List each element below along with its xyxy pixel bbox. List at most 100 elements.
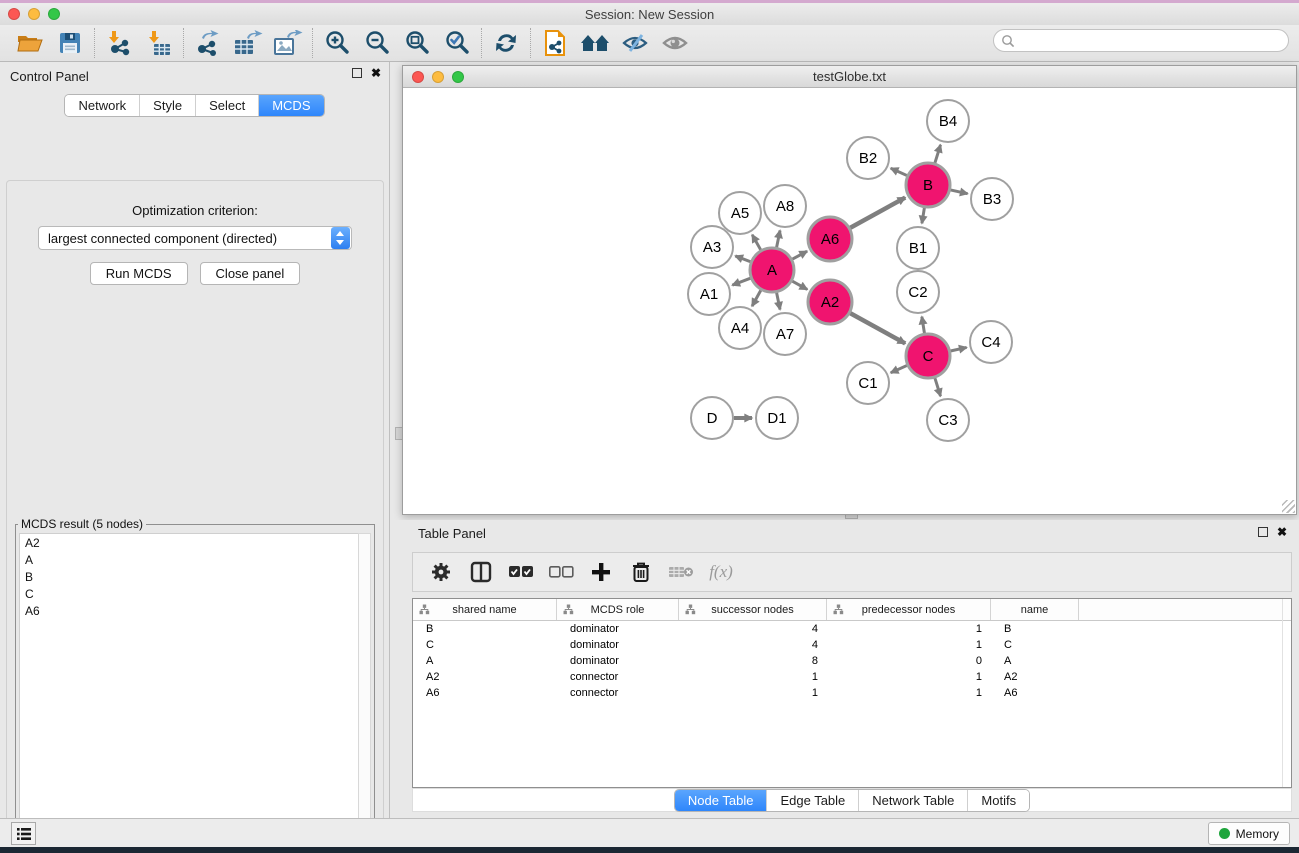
- network-edge-C-C3[interactable]: [935, 378, 941, 396]
- network-edge-C-C1[interactable]: [891, 365, 907, 372]
- tab-mcds[interactable]: MCDS: [259, 95, 323, 116]
- table-cell[interactable]: 4: [679, 639, 827, 651]
- mcds-result-item[interactable]: A6: [20, 602, 364, 619]
- deselect-all-button[interactable]: [543, 556, 579, 588]
- column-header-MCDS-role[interactable]: MCDS role: [557, 599, 679, 620]
- zoom-fit-button[interactable]: [397, 27, 437, 59]
- minimize-view-button[interactable]: [432, 71, 444, 83]
- table-cell[interactable]: A6: [413, 687, 557, 699]
- table-cell[interactable]: 1: [827, 671, 991, 683]
- table-row[interactable]: A2connector11A2: [413, 669, 1291, 685]
- close-view-button[interactable]: [412, 71, 424, 83]
- table-cell[interactable]: 1: [679, 671, 827, 683]
- hide-graphics-details-button[interactable]: [615, 27, 655, 59]
- save-session-button[interactable]: [50, 27, 90, 59]
- table-row[interactable]: Bdominator41B: [413, 621, 1291, 637]
- run-mcds-button[interactable]: Run MCDS: [90, 262, 188, 285]
- resize-grip-icon[interactable]: [1282, 500, 1295, 513]
- tab-node-table[interactable]: Node Table: [675, 790, 768, 811]
- close-panel-button[interactable]: Close panel: [200, 262, 301, 285]
- delete-columns-button[interactable]: [623, 556, 659, 588]
- open-file-button[interactable]: [10, 27, 50, 59]
- network-edge-B-B4[interactable]: [935, 145, 941, 163]
- table-cell[interactable]: C: [413, 639, 557, 651]
- float-panel-icon[interactable]: [352, 68, 362, 78]
- zoom-window-button[interactable]: [48, 8, 60, 20]
- split-columns-button[interactable]: [463, 556, 499, 588]
- table-cell[interactable]: A2: [413, 671, 557, 683]
- tab-motifs[interactable]: Motifs: [968, 790, 1029, 811]
- tab-style[interactable]: Style: [140, 95, 196, 116]
- network-node-D1[interactable]: D1: [756, 397, 798, 439]
- network-node-C3[interactable]: C3: [927, 399, 969, 441]
- network-node-A4[interactable]: A4: [719, 307, 761, 349]
- node-table[interactable]: shared nameMCDS rolesuccessor nodesprede…: [412, 598, 1292, 788]
- export-network-button[interactable]: [188, 27, 228, 59]
- table-cell[interactable]: 0: [827, 655, 991, 667]
- table-cell[interactable]: connector: [557, 671, 679, 683]
- new-network-from-selection-button[interactable]: [535, 27, 575, 59]
- mcds-result-item[interactable]: C: [20, 585, 364, 602]
- network-node-C4[interactable]: C4: [970, 321, 1012, 363]
- tab-edge-table[interactable]: Edge Table: [767, 790, 859, 811]
- select-all-button[interactable]: [503, 556, 539, 588]
- table-cell[interactable]: A6: [991, 687, 1079, 699]
- table-cell[interactable]: dominator: [557, 623, 679, 635]
- home-button[interactable]: [575, 27, 615, 59]
- network-edge-A-A7[interactable]: [777, 293, 780, 310]
- table-settings-button[interactable]: [423, 556, 459, 588]
- memory-button[interactable]: Memory: [1208, 822, 1290, 845]
- network-node-D[interactable]: D: [691, 397, 733, 439]
- network-edge-B-B2[interactable]: [891, 168, 907, 175]
- function-builder-button[interactable]: f(x): [703, 556, 739, 588]
- mcds-result-item[interactable]: A: [20, 551, 364, 568]
- network-node-B2[interactable]: B2: [847, 137, 889, 179]
- delete-table-button[interactable]: [663, 556, 699, 588]
- import-table-button[interactable]: [139, 27, 179, 59]
- table-cell[interactable]: 8: [679, 655, 827, 667]
- column-header-shared-name[interactable]: shared name: [413, 599, 557, 620]
- column-header-predecessor-nodes[interactable]: predecessor nodes: [827, 599, 991, 620]
- network-edge-A-A6[interactable]: [792, 251, 807, 259]
- network-edge-A-A3[interactable]: [735, 256, 750, 262]
- network-edge-A-A4[interactable]: [752, 290, 761, 306]
- table-cell[interactable]: dominator: [557, 655, 679, 667]
- export-table-button[interactable]: [228, 27, 268, 59]
- network-node-A2[interactable]: A2: [808, 280, 852, 324]
- network-node-A8[interactable]: A8: [764, 185, 806, 227]
- table-scrollbar[interactable]: [1282, 599, 1283, 788]
- network-edge-C-C4[interactable]: [950, 347, 966, 351]
- table-cell[interactable]: 1: [827, 687, 991, 699]
- zoom-in-button[interactable]: [317, 27, 357, 59]
- close-table-panel-icon[interactable]: ✖: [1277, 527, 1287, 537]
- table-cell[interactable]: 1: [679, 687, 827, 699]
- network-node-C1[interactable]: C1: [847, 362, 889, 404]
- network-node-A3[interactable]: A3: [691, 226, 733, 268]
- show-graphics-details-button[interactable]: [655, 27, 695, 59]
- table-cell[interactable]: A: [413, 655, 557, 667]
- network-node-A6[interactable]: A6: [808, 217, 852, 261]
- network-edge-C-C2[interactable]: [922, 317, 925, 334]
- zoom-out-button[interactable]: [357, 27, 397, 59]
- table-cell[interactable]: 1: [827, 639, 991, 651]
- table-cell[interactable]: B: [991, 623, 1079, 635]
- mcds-result-scrollbar[interactable]: [358, 533, 371, 853]
- network-edge-A-A2[interactable]: [792, 281, 807, 289]
- table-cell[interactable]: A2: [991, 671, 1079, 683]
- search-field[interactable]: [993, 29, 1289, 52]
- network-canvas[interactable]: B4B2BB3A5A8A6B1A3AC2A1A2A4A7C4CC1DD1C3: [403, 88, 1296, 514]
- search-input[interactable]: [1015, 32, 1288, 50]
- mcds-result-item[interactable]: B: [20, 568, 364, 585]
- tab-select[interactable]: Select: [196, 95, 259, 116]
- network-node-C2[interactable]: C2: [897, 271, 939, 313]
- table-row[interactable]: Adominator80A: [413, 653, 1291, 669]
- add-column-button[interactable]: [583, 556, 619, 588]
- network-edge-A6-B[interactable]: [850, 198, 905, 228]
- table-cell[interactable]: B: [413, 623, 557, 635]
- network-edge-A-A8[interactable]: [777, 230, 780, 247]
- network-edge-A2-C[interactable]: [850, 313, 905, 343]
- network-window-titlebar[interactable]: testGlobe.txt: [403, 66, 1296, 88]
- network-node-B3[interactable]: B3: [971, 178, 1013, 220]
- zoom-selected-button[interactable]: [437, 27, 477, 59]
- export-image-button[interactable]: [268, 27, 308, 59]
